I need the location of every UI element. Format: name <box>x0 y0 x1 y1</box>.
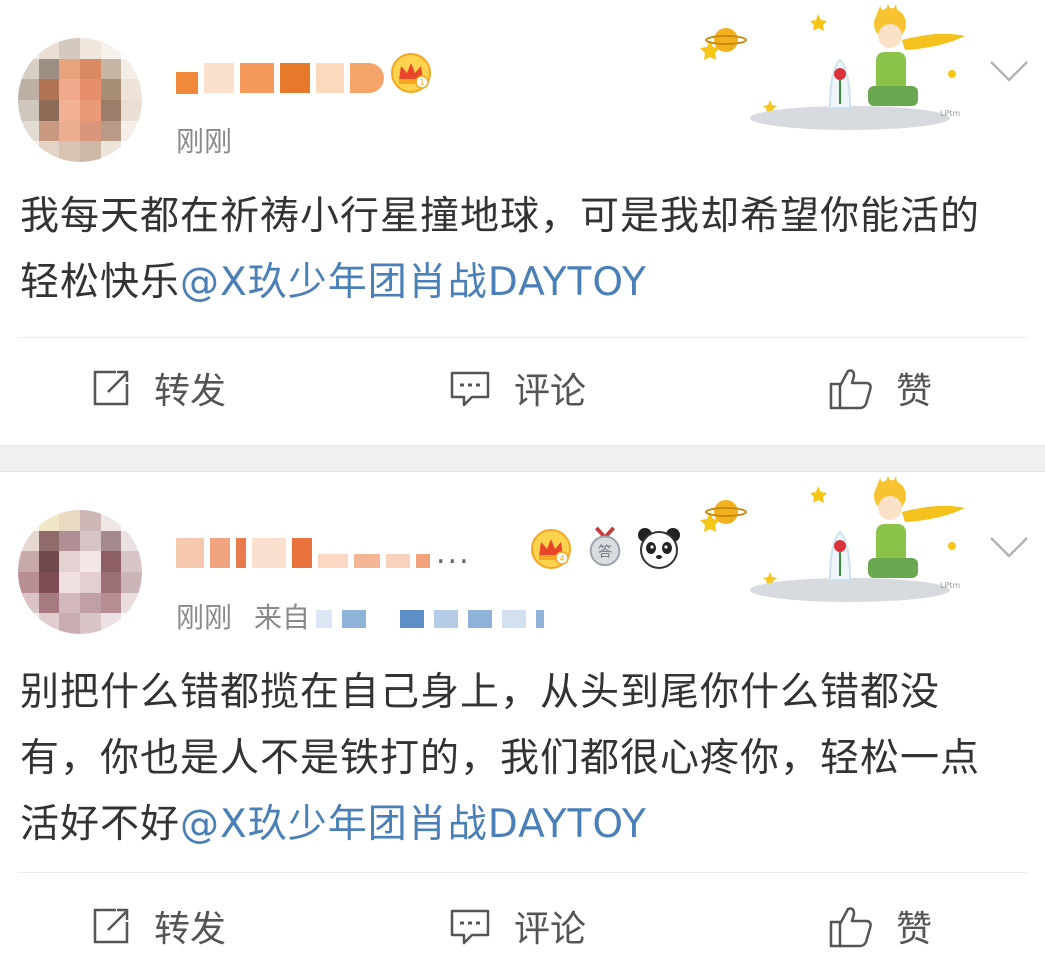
divider <box>18 337 1027 338</box>
username-ellipsis: ... <box>436 535 471 571</box>
comment-label: 评论 <box>514 909 587 950</box>
username-blurred[interactable] <box>176 55 390 101</box>
svg-text:4: 4 <box>559 554 564 563</box>
repost-icon <box>93 908 129 944</box>
like-button[interactable]: 赞 <box>828 362 932 414</box>
post-actions: 转发 评论 赞 <box>0 900 1045 960</box>
post-content: 我每天都在祈祷小行星撞地球，可是我却希望你能活的轻松快乐@X玖少年团肖战DAYT… <box>20 184 1015 316</box>
post-actions: 转发 评论 赞 <box>0 362 1045 422</box>
chevron-down-icon[interactable] <box>988 534 1030 560</box>
avatar[interactable] <box>18 38 142 162</box>
mention-link[interactable]: @X玖少年团肖战DAYTOY <box>180 802 647 847</box>
post-meta: 刚刚 <box>176 120 232 160</box>
like-label: 赞 <box>896 371 933 412</box>
medal-text: 答 <box>598 544 612 561</box>
mention-link[interactable]: @X玖少年团肖战DAYTOY <box>180 260 647 305</box>
source-blurred[interactable] <box>316 610 554 628</box>
username-blurred[interactable]: ... <box>176 530 526 576</box>
answer-medal-icon: 答 <box>589 526 621 567</box>
like-icon <box>829 369 872 410</box>
divider <box>18 872 1027 873</box>
like-icon <box>829 907 872 948</box>
comment-button[interactable]: 评论 <box>448 900 586 952</box>
repost-icon <box>93 370 129 406</box>
crown-badge-icon: 1 <box>391 53 431 93</box>
svg-text:LPtm: LPtm <box>940 581 960 590</box>
post-meta: 刚刚 来自 <box>176 596 554 636</box>
chevron-down-icon[interactable] <box>988 58 1030 84</box>
post-separator <box>0 445 1045 472</box>
post-content: 别把什么错都揽在自己身上，从头到尾你什么错都没有，你也是人不是铁打的，我们都很心… <box>20 660 1015 858</box>
like-button[interactable]: 赞 <box>828 900 932 952</box>
comment-icon <box>450 909 490 945</box>
repost-button[interactable]: 转发 <box>90 362 226 414</box>
svg-text:LPtm: LPtm <box>940 109 960 118</box>
weibo-post-1: 1 刚刚 LPtm 我每天都在祈祷小行星撞地球，可是我却希望你能活的轻松快乐@X… <box>0 0 1045 445</box>
like-label: 赞 <box>896 909 933 950</box>
repost-label: 转发 <box>154 371 227 412</box>
comment-button[interactable]: 评论 <box>448 362 586 414</box>
post-time: 刚刚 <box>176 125 233 158</box>
source-prefix: 来自 <box>254 601 311 634</box>
repost-button[interactable]: 转发 <box>90 900 226 952</box>
avatar[interactable] <box>18 510 142 634</box>
panda-icon <box>638 528 680 569</box>
comment-icon <box>450 371 490 407</box>
weibo-post-2: ... 4 答 刚刚 来自 LPtm 别把什么错都揽在自己身上，从头到尾你什么错… <box>0 472 1045 967</box>
little-prince-sticker: LPtm <box>700 476 965 602</box>
crown-badge-icon: 4 <box>531 529 571 569</box>
comment-label: 评论 <box>514 371 587 412</box>
repost-label: 转发 <box>154 909 227 950</box>
little-prince-sticker: LPtm <box>700 4 965 130</box>
svg-text:1: 1 <box>419 78 424 87</box>
post-time: 刚刚 <box>176 601 233 634</box>
